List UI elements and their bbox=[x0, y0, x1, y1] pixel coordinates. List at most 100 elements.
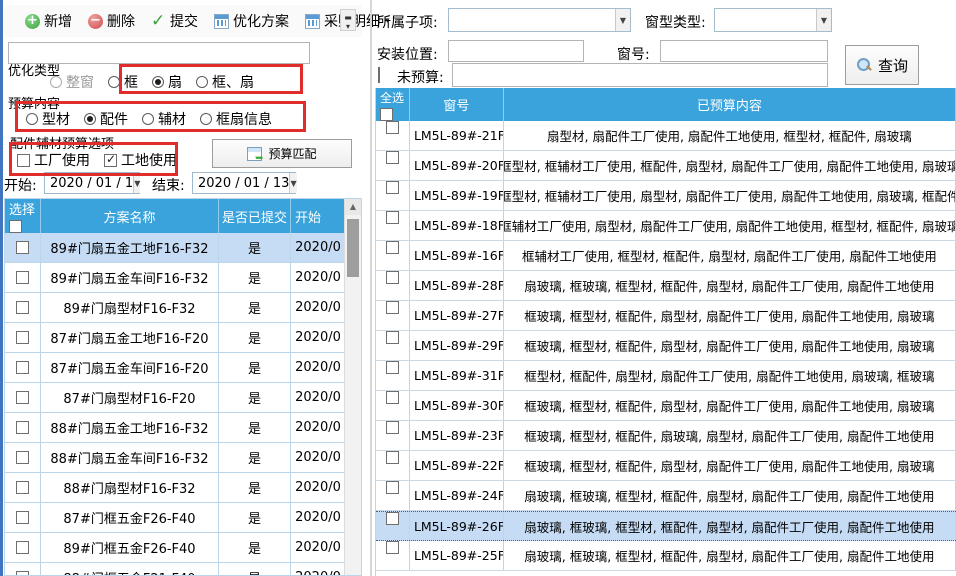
start-date-picker[interactable]: 2020 / 01 / 1 ▼ bbox=[44, 172, 140, 194]
row-checkbox[interactable] bbox=[386, 512, 399, 525]
checkbox-option[interactable]: 工地使用 bbox=[104, 150, 177, 170]
radio-option[interactable]: 型材 bbox=[26, 109, 70, 129]
install-position-input[interactable] bbox=[448, 40, 584, 62]
window-table-row[interactable]: LM5L-89#-28F26扇玻璃, 框玻璃, 框型材, 框配件, 扇型材, 扇… bbox=[376, 271, 956, 301]
window-table-row[interactable]: LM5L-89#-30F28框玻璃, 框型材, 框配件, 扇型材, 扇配件工厂使… bbox=[376, 391, 956, 421]
budget-match-button[interactable]: 预算匹配 bbox=[212, 139, 352, 168]
window-table-row[interactable]: LM5L-89#-20F18框型材, 框辅材工厂使用, 框配件, 扇型材, 扇配… bbox=[376, 151, 956, 181]
row-checkbox[interactable] bbox=[386, 151, 399, 164]
row-checkbox[interactable] bbox=[16, 481, 29, 494]
row-checkbox[interactable] bbox=[16, 571, 29, 576]
row-checkbox[interactable] bbox=[16, 391, 29, 404]
plan-table-row[interactable]: 88#门框五金F21-F40是2020/0 bbox=[5, 563, 361, 576]
chevron-down-icon[interactable]: ▼ bbox=[289, 173, 296, 193]
select-all-checkbox[interactable] bbox=[380, 108, 393, 121]
scrollbar-thumb[interactable] bbox=[347, 219, 359, 277]
row-checkbox[interactable] bbox=[16, 301, 29, 314]
radio-option[interactable]: 辅材 bbox=[142, 109, 186, 129]
plan-table-row[interactable]: 87#门框五金F26-F40是2020/0 bbox=[5, 503, 361, 533]
window-select-cell bbox=[376, 181, 410, 210]
plan-submitted-cell: 是 bbox=[219, 443, 291, 472]
window-table-row[interactable]: LM5L-89#-16F15框辅材工厂使用, 框型材, 框配件, 扇型材, 扇配… bbox=[376, 241, 956, 271]
radio-option[interactable]: 框扇信息 bbox=[200, 109, 272, 129]
plan-table-row[interactable]: 87#门扇五金工地F16-F20是2020/0 bbox=[5, 323, 361, 353]
plans-table-scrollbar[interactable]: ▲ bbox=[344, 199, 361, 575]
window-table-row[interactable]: LM5L-89#-31F29框型材, 框配件, 扇型材, 扇配件工厂使用, 扇配… bbox=[376, 361, 956, 391]
row-checkbox[interactable] bbox=[386, 481, 399, 494]
start-column-header[interactable]: 开始 bbox=[291, 199, 346, 233]
plan-table-row[interactable]: 89#门扇五金工地F16-F32是2020/0 bbox=[5, 233, 361, 263]
row-checkbox[interactable] bbox=[16, 511, 29, 524]
no-budget-input[interactable] bbox=[452, 63, 828, 87]
row-checkbox[interactable] bbox=[386, 391, 399, 404]
toolbar-button[interactable]: 优化方案 bbox=[207, 7, 296, 35]
window-table-row[interactable]: LM5L-89#-29F27框玻璃, 框型材, 框配件, 扇型材, 扇配件工厂使… bbox=[376, 331, 956, 361]
plan-name-column-header[interactable]: 方案名称 bbox=[41, 199, 219, 233]
row-checkbox[interactable] bbox=[16, 331, 29, 344]
row-checkbox[interactable] bbox=[386, 301, 399, 314]
row-checkbox[interactable] bbox=[386, 361, 399, 374]
window-table-row[interactable]: LM5L-89#-21F19扇型材, 扇配件工厂使用, 扇配件工地使用, 框型材… bbox=[376, 121, 956, 151]
plan-table-row[interactable]: 89#门框五金F26-F40是2020/0 bbox=[5, 533, 361, 563]
submitted-column-header[interactable]: 是否已提交 bbox=[219, 199, 291, 233]
window-table-row[interactable]: LM5L-89#-27F25框玻璃, 框型材, 框配件, 扇型材, 扇配件工厂使… bbox=[376, 301, 956, 331]
row-checkbox[interactable] bbox=[16, 241, 29, 254]
window-type-combo[interactable]: ▼ bbox=[714, 8, 832, 32]
chevron-down-icon[interactable]: ▼ bbox=[816, 9, 831, 31]
plan-select-cell bbox=[5, 383, 41, 412]
toolbar-button[interactable]: 新增 bbox=[18, 7, 79, 35]
query-button[interactable]: 查询 bbox=[845, 45, 919, 85]
radio-option[interactable]: 框、扇 bbox=[196, 72, 254, 92]
no-budget-checkbox[interactable] bbox=[378, 67, 380, 83]
row-checkbox[interactable] bbox=[16, 451, 29, 464]
window-no-column-header[interactable]: 窗号 bbox=[410, 88, 504, 121]
row-checkbox[interactable] bbox=[16, 361, 29, 374]
row-checkbox[interactable] bbox=[386, 541, 399, 554]
chevron-down-icon[interactable]: ▼ bbox=[615, 9, 630, 31]
window-table-row[interactable]: LM5L-89#-22F20框玻璃, 框型材, 框配件, 扇型材, 扇配件工厂使… bbox=[376, 451, 956, 481]
radio-option[interactable]: 配件 bbox=[84, 109, 128, 129]
radio-option[interactable]: 框 bbox=[108, 72, 138, 92]
row-checkbox[interactable] bbox=[386, 421, 399, 434]
plan-table-row[interactable]: 89#门扇五金车间F16-F32是2020/0 bbox=[5, 263, 361, 293]
budgeted-content-column-header[interactable]: 已预算内容 bbox=[504, 88, 956, 121]
window-table-row[interactable]: LM5L-89#-23F21框玻璃, 框型材, 框配件, 扇玻璃, 扇型材, 扇… bbox=[376, 421, 956, 451]
toolbar-overflow-icon[interactable]: ▬▾ bbox=[340, 9, 356, 31]
panel-splitter[interactable] bbox=[370, 0, 372, 576]
plan-name-cell: 89#门扇五金车间F16-F32 bbox=[41, 263, 219, 292]
window-table-row[interactable]: LM5L-89#-26F24扇玻璃, 框玻璃, 框型材, 框配件, 扇型材, 扇… bbox=[376, 511, 956, 541]
row-checkbox[interactable] bbox=[16, 421, 29, 434]
window-table-row[interactable]: LM5L-89#-19F17框型材, 框辅材工厂使用, 扇型材, 扇配件工厂使用… bbox=[376, 181, 956, 211]
radio-option[interactable]: 整窗 bbox=[50, 72, 94, 92]
plan-table-row[interactable]: 88#门扇五金工地F16-F32是2020/0 bbox=[5, 413, 361, 443]
select-all-checkbox[interactable] bbox=[9, 220, 22, 233]
radio-icon bbox=[142, 113, 154, 125]
window-no-input[interactable] bbox=[660, 40, 828, 62]
toolbar-button[interactable]: 删除 bbox=[81, 7, 142, 35]
window-table-row[interactable]: LM5L-89#-18F16框辅材工厂使用, 扇型材, 扇配件工厂使用, 扇配件… bbox=[376, 211, 956, 241]
row-checkbox[interactable] bbox=[386, 211, 399, 224]
row-checkbox[interactable] bbox=[16, 271, 29, 284]
plan-table-row[interactable]: 87#门扇型材F16-F20是2020/0 bbox=[5, 383, 361, 413]
window-table-row[interactable]: LM5L-89#-24F22扇玻璃, 框玻璃, 框型材, 框配件, 扇型材, 扇… bbox=[376, 481, 956, 511]
plan-table-row[interactable]: 88#门扇五金车间F16-F32是2020/0 bbox=[5, 443, 361, 473]
plan-table-row[interactable]: 89#门扇型材F16-F32是2020/0 bbox=[5, 293, 361, 323]
scroll-up-icon[interactable]: ▲ bbox=[345, 199, 361, 215]
budget-optimization-window: 新增删除提交优化方案采购明细▾ ▬▾ 优化类型 整窗框扇框、扇 预算内容 型材配… bbox=[0, 0, 956, 576]
radio-option[interactable]: 扇 bbox=[152, 72, 182, 92]
plan-table-row[interactable]: 88#门扇型材F16-F32是2020/0 bbox=[5, 473, 361, 503]
row-checkbox[interactable] bbox=[386, 271, 399, 284]
sub-item-combo[interactable]: ▼ bbox=[448, 8, 631, 32]
checkbox-option[interactable]: 工厂使用 bbox=[17, 150, 90, 170]
chevron-down-icon[interactable]: ▼ bbox=[133, 173, 140, 193]
toolbar-button[interactable]: 提交 bbox=[144, 7, 205, 35]
plan-table-row[interactable]: 87#门扇五金车间F16-F20是2020/0 bbox=[5, 353, 361, 383]
row-checkbox[interactable] bbox=[386, 121, 399, 134]
window-table-row[interactable]: LM5L-89#-25F23扇玻璃, 框玻璃, 框型材, 框配件, 扇型材, 扇… bbox=[376, 541, 956, 571]
row-checkbox[interactable] bbox=[386, 451, 399, 464]
end-date-picker[interactable]: 2020 / 01 / 13 ▼ bbox=[192, 172, 296, 194]
row-checkbox[interactable] bbox=[16, 541, 29, 554]
row-checkbox[interactable] bbox=[386, 241, 399, 254]
row-checkbox[interactable] bbox=[386, 181, 399, 194]
row-checkbox[interactable] bbox=[386, 331, 399, 344]
